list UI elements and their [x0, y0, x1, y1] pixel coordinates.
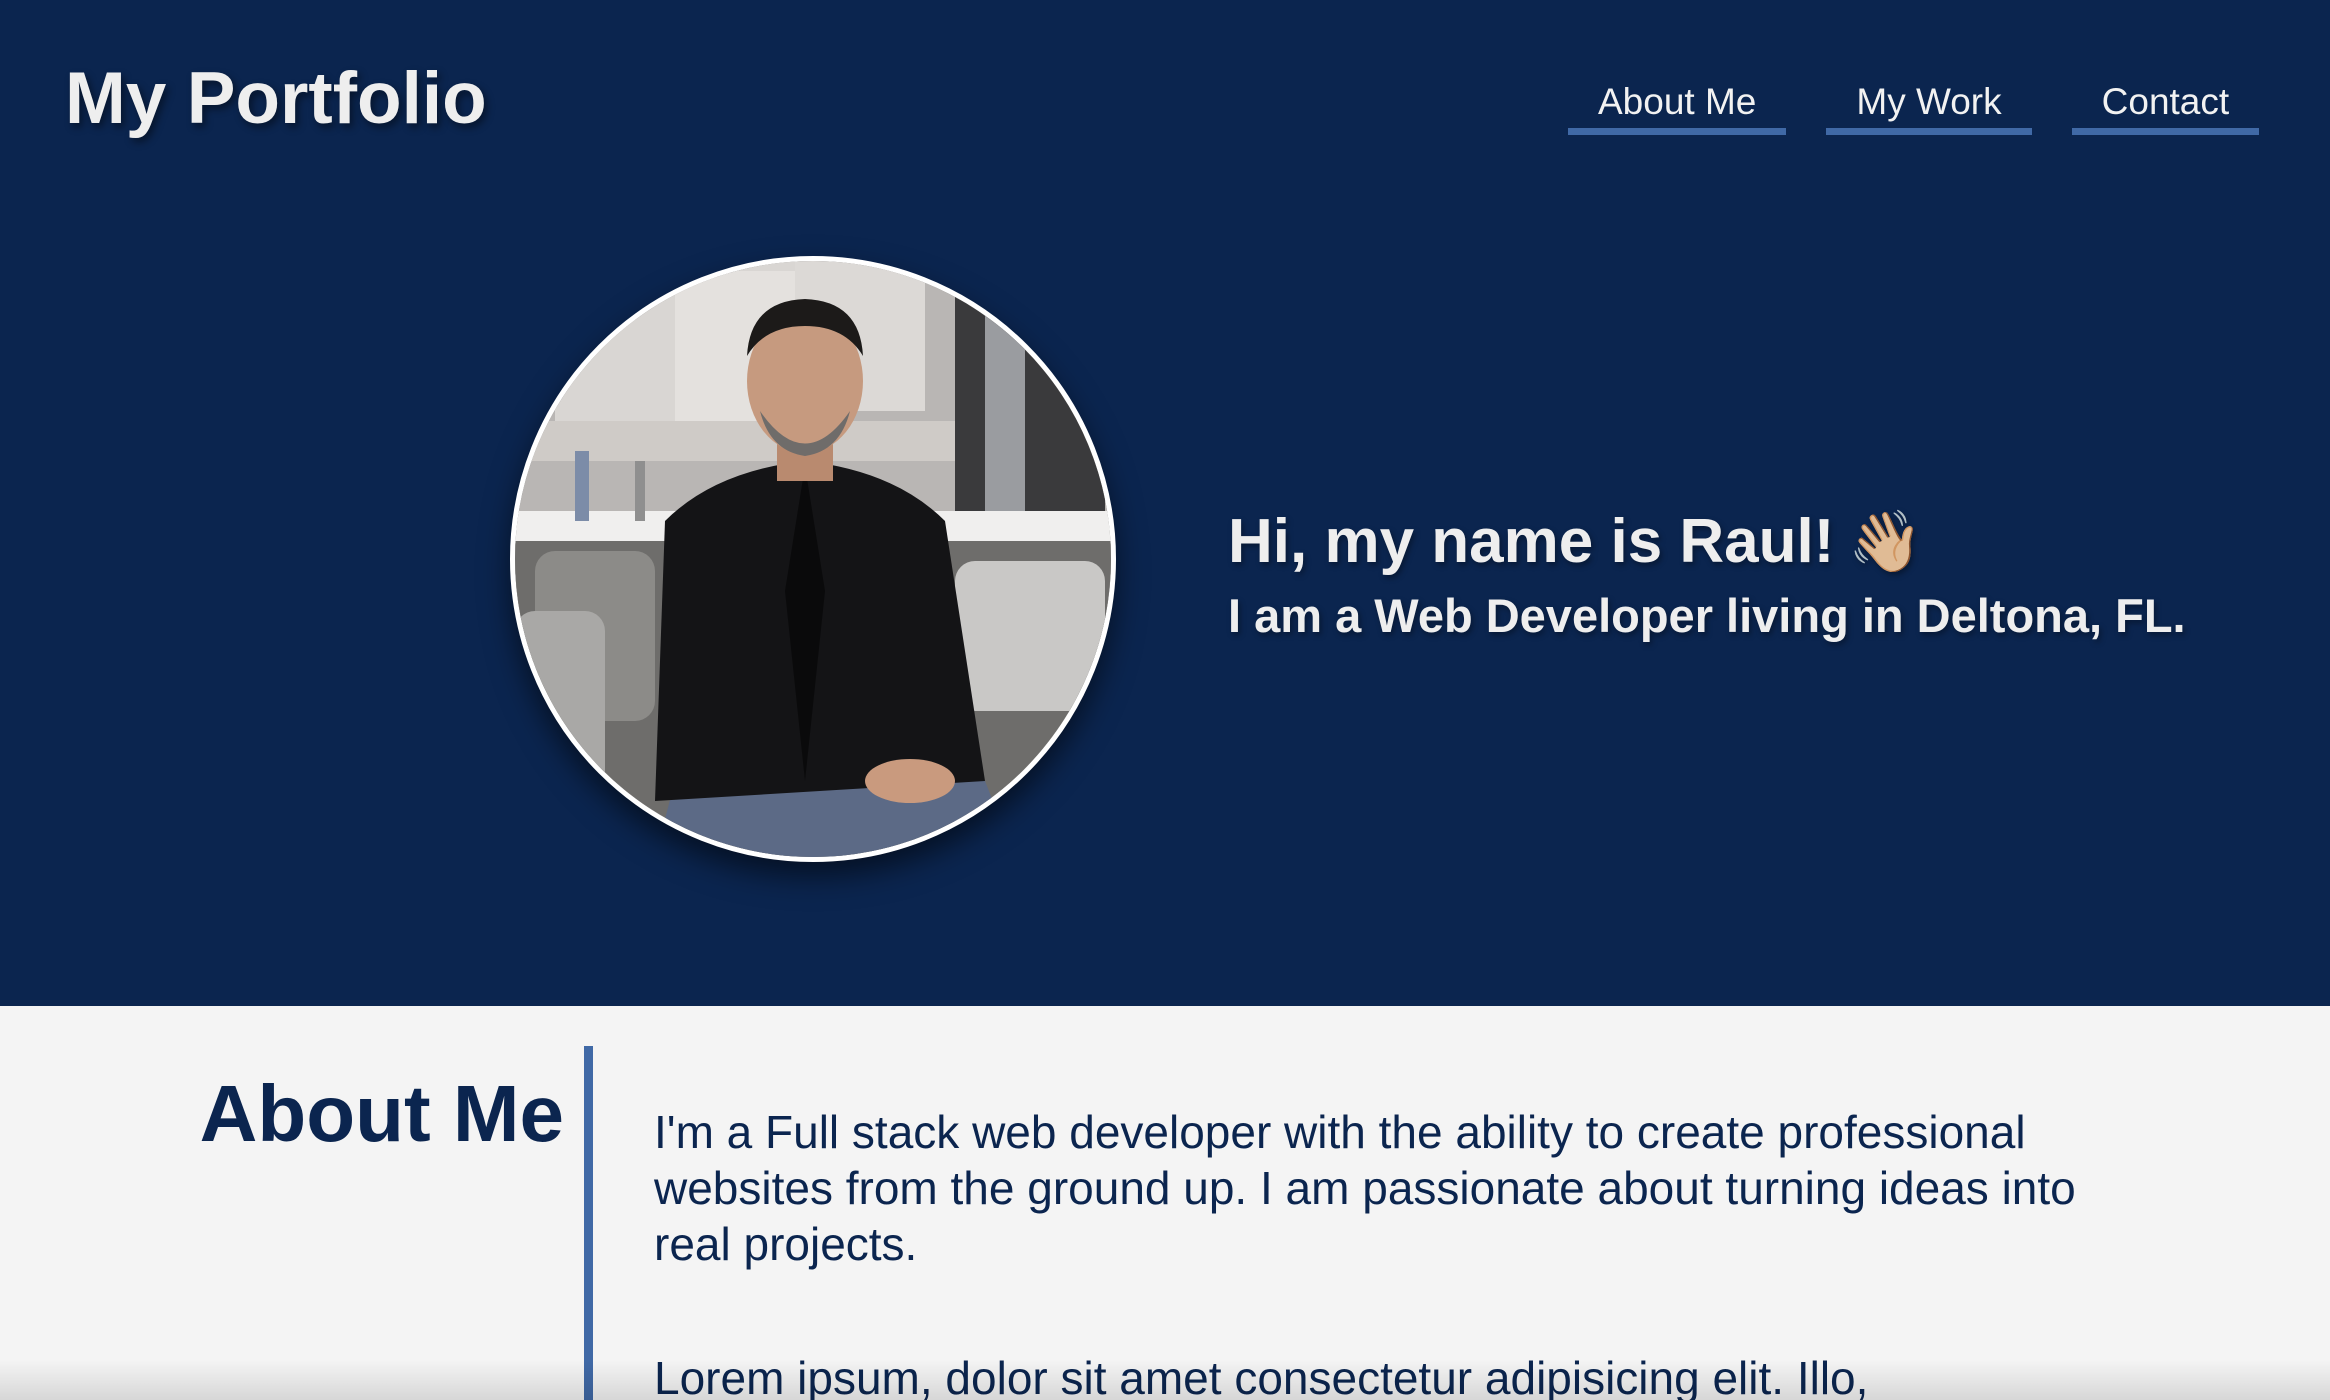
- profile-photo-illustration: [515, 261, 1111, 857]
- hero-greeting: Hi, my name is Raul! 👋🏼: [1228, 505, 1923, 579]
- about-paragraph-1: I'm a Full stack web developer with the …: [654, 1106, 2076, 1271]
- about-paragraph-2: Lorem ipsum, dolor sit amet consectetur …: [654, 1352, 1869, 1400]
- greeting-text: Hi, my name is Raul!: [1228, 507, 1835, 576]
- about-section: About Me I'm a Full stack web developer …: [0, 1006, 2330, 1400]
- profile-photo: [510, 256, 1116, 862]
- site-title: My Portfolio: [65, 58, 487, 139]
- hero-tagline: I am a Web Developer living in Deltona, …: [1228, 589, 2186, 642]
- nav-link-my-work[interactable]: My Work: [1826, 75, 2032, 135]
- page: My Portfolio About Me My Work Contact Hi…: [0, 0, 2330, 1400]
- nav-link-contact[interactable]: Contact: [2071, 75, 2260, 135]
- about-divider: [584, 1046, 593, 1400]
- main-nav: About Me My Work Contact: [1568, 75, 2260, 135]
- nav-link-about-me[interactable]: About Me: [1568, 75, 1787, 135]
- hero-section: My Portfolio About Me My Work Contact Hi…: [0, 0, 2330, 1006]
- about-heading: About Me: [199, 1069, 564, 1158]
- waving-hand-icon: 👋🏼: [1848, 508, 1924, 575]
